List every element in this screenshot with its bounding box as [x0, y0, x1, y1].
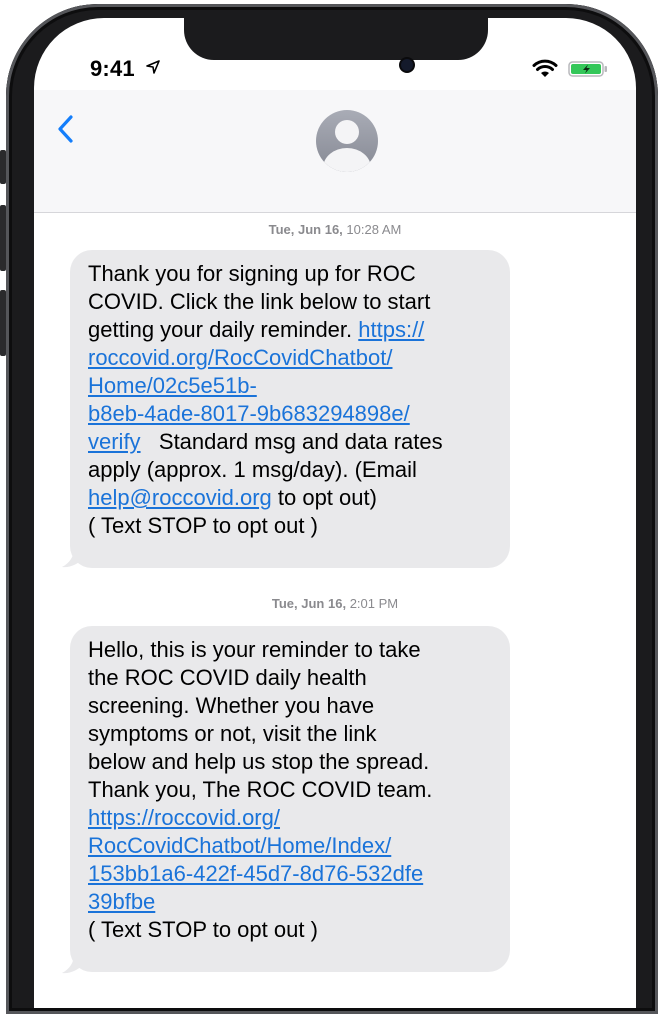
verify-link[interactable]: Home/02c5e51b-: [88, 373, 257, 398]
status-time: 9:41: [90, 56, 135, 81]
contact-avatar-icon[interactable]: [316, 110, 378, 172]
timestamp-time: 2:01 PM: [349, 596, 399, 611]
message-text-line: symptoms or not, visit the link: [88, 721, 377, 746]
screening-link[interactable]: RocCovidChatbot/Home/Index/: [88, 833, 391, 858]
phone-side-button-volume-up: [0, 205, 6, 271]
timestamp-time: 10:28 AM: [346, 222, 402, 237]
location-arrow-icon: [146, 60, 160, 74]
battery-icon: [568, 61, 607, 77]
message-text-line: apply (approx. 1 msg/day). (Email: [88, 457, 417, 482]
avatar-head-shape: [335, 120, 359, 144]
timestamp-day: Tue, Jun 16,: [271, 596, 347, 611]
message-text-line: to opt out): [271, 485, 377, 510]
verify-link[interactable]: roccovid.org/RocCovidChatbot/: [88, 345, 392, 370]
back-chevron-icon[interactable]: [56, 114, 74, 144]
incoming-message-bubble[interactable]: Thank you for signing up for ROC COVID. …: [70, 250, 510, 568]
message-text: Hello, this is your reminder to take the…: [88, 636, 494, 944]
message-text-line: screening. Whether you have: [88, 693, 375, 718]
message-text-line: getting your daily reminder.: [88, 317, 359, 342]
message-text-line: COVID. Click the link below to start: [88, 289, 431, 314]
screening-link[interactable]: 39bfbe: [88, 889, 155, 914]
screening-link[interactable]: https://roccovid.org/: [88, 805, 280, 830]
incoming-message-bubble[interactable]: Hello, this is your reminder to take the…: [70, 626, 510, 972]
message-text-line: ( Text STOP to opt out ): [88, 513, 318, 538]
verify-link[interactable]: b8eb-4ade-8017-9b683294898e/: [88, 401, 410, 426]
verify-link[interactable]: verify: [88, 429, 141, 454]
phone-notch: [184, 18, 488, 60]
front-camera: [401, 59, 413, 71]
message-text-line: below and help us stop the spread.: [88, 749, 430, 774]
wifi-icon: [532, 59, 558, 77]
message-text-line: ( Text STOP to opt out ): [88, 917, 318, 942]
message-timestamp: Tue, Jun 16, 10:28 AM: [34, 222, 636, 237]
message-text: Thank you for signing up for ROC COVID. …: [88, 260, 494, 540]
message-text-line: Standard msg and data rates: [140, 429, 443, 454]
message-timestamp: Tue, Jun 16, 2:01 PM: [34, 596, 636, 611]
screening-link[interactable]: 153bb1a6-422f-45d7-8d76-532dfe: [88, 861, 423, 886]
message-text-line: Thank you, The ROC COVID team.: [88, 777, 433, 802]
message-text-line: the ROC COVID daily health: [88, 665, 367, 690]
phone-screen: 9:41 Tue, Jun 16, 10:28 AM Thank you for…: [34, 18, 636, 1008]
phone-side-button-silent: [0, 150, 6, 184]
verify-link[interactable]: https://: [358, 317, 424, 342]
message-text-line: Thank you for signing up for ROC: [88, 261, 416, 286]
phone-side-button-volume-down: [0, 290, 6, 356]
avatar-body-shape: [323, 148, 371, 172]
message-text-line: Hello, this is your reminder to take: [88, 637, 421, 662]
help-email-link[interactable]: help@roccovid.org: [88, 485, 272, 510]
timestamp-day: Tue, Jun 16,: [268, 222, 343, 237]
